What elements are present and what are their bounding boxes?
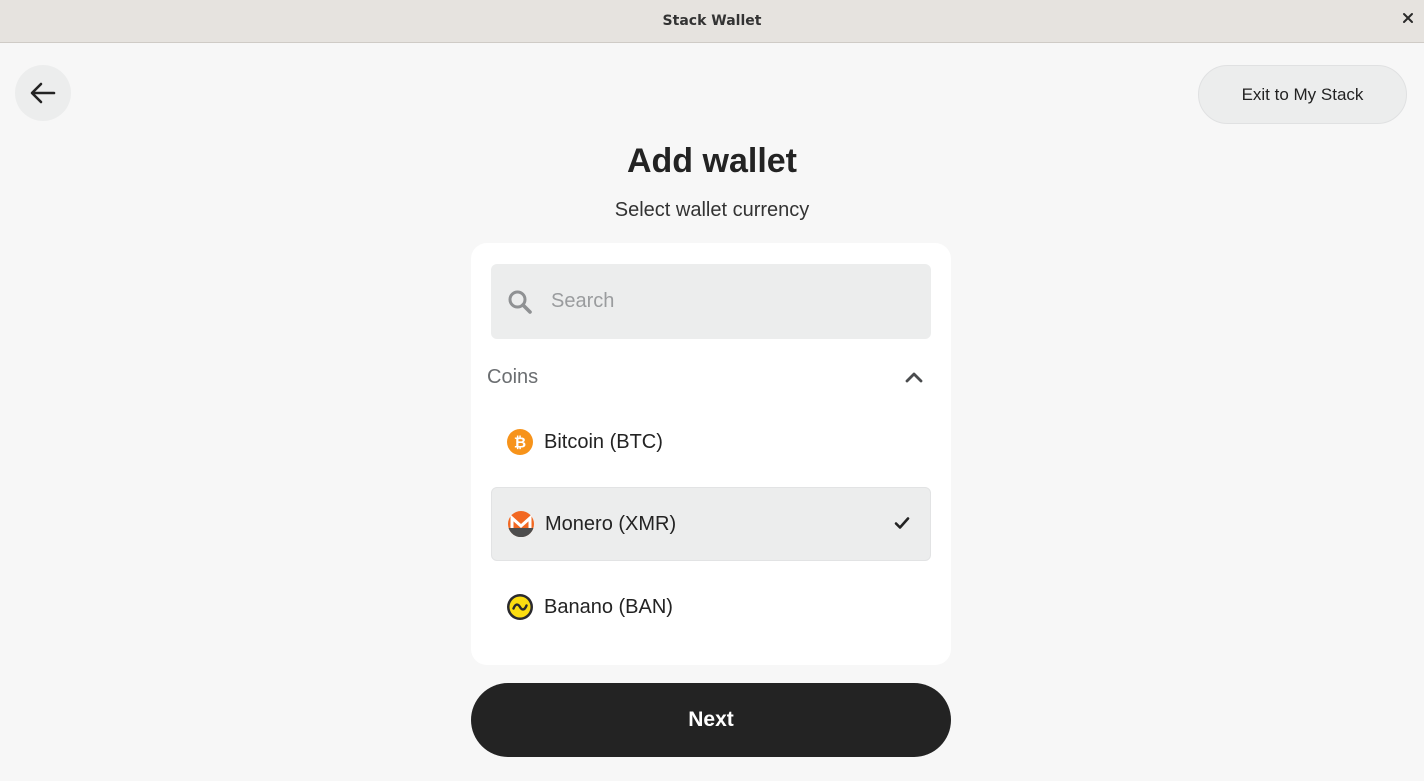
coins-section-label: Coins <box>487 365 539 388</box>
coin-name: Monero (XMR) <box>545 512 677 535</box>
checkmark-icon <box>894 516 910 535</box>
search-input[interactable] <box>551 290 911 313</box>
window-title: Stack Wallet <box>662 13 762 29</box>
window-titlebar: Stack Wallet <box>0 0 1424 43</box>
page-title: Add wallet <box>626 142 798 180</box>
exit-to-my-stack-button[interactable]: Exit to My Stack <box>1198 65 1407 124</box>
next-button[interactable]: Next <box>471 683 951 757</box>
coin-item-monero[interactable]: Monero (XMR) <box>491 487 931 561</box>
monero-icon <box>508 511 534 538</box>
coin-item-bitcoin[interactable]: ₿ Bitcoin (BTC) <box>491 405 931 479</box>
coins-section-header[interactable]: Coins <box>487 361 931 393</box>
close-icon[interactable] <box>1400 10 1416 26</box>
chevron-up-icon[interactable] <box>905 371 923 383</box>
arrow-left-icon <box>30 82 56 104</box>
currency-select-card: Coins ₿ Bitcoin (BTC) Monero (XMR) <box>471 243 951 665</box>
coin-name: Bitcoin (BTC) <box>544 430 663 453</box>
search-icon <box>506 288 534 316</box>
svg-text:₿: ₿ <box>514 434 526 452</box>
bitcoin-icon: ₿ <box>507 429 533 455</box>
coin-item-banano[interactable]: Banano (BAN) <box>491 570 931 644</box>
banano-icon <box>507 594 533 620</box>
search-field[interactable] <box>491 264 931 339</box>
page-subtitle: Select wallet currency <box>614 199 810 221</box>
coin-name: Banano (BAN) <box>544 595 673 618</box>
back-button[interactable] <box>15 65 71 121</box>
